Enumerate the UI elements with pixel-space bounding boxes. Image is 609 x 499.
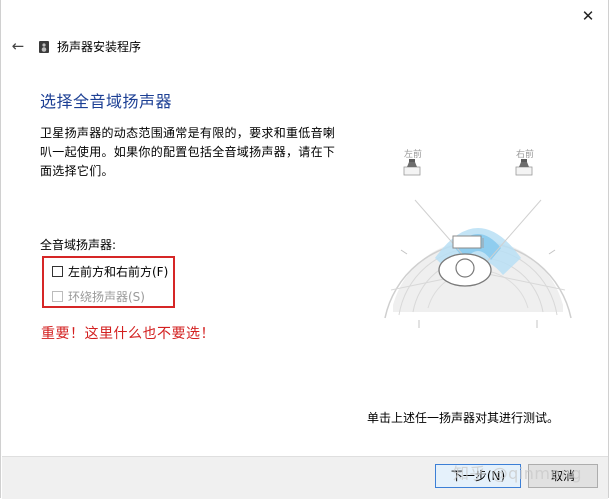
cancel-button[interactable]: 取消 (528, 464, 598, 488)
speaker-app-icon (39, 41, 49, 53)
warning-note: 重要！这里什么也不要选！ (41, 326, 215, 342)
back-button[interactable]: ← (9, 37, 27, 55)
checkbox-icon[interactable] (52, 265, 63, 277)
left-front-label: 左前 (404, 148, 422, 159)
full-range-speakers-label: 全音域扬声器: (40, 238, 117, 252)
back-arrow-icon: ← (11, 37, 25, 55)
next-button[interactable]: 下一步(N) (435, 464, 521, 488)
front-left-right-checkbox[interactable]: 左前方和右前方(F) (52, 263, 168, 279)
close-icon: ✕ (581, 7, 595, 25)
close-button[interactable]: ✕ (576, 6, 600, 26)
right-front-speaker-icon[interactable] (515, 159, 533, 176)
page-heading: 选择全音域扬声器 (40, 92, 173, 111)
speaker-setup-window: ✕ ← 扬声器安装程序 选择全音域扬声器 卫星扬声器的动态范围通常是有限的，要求… (0, 0, 609, 499)
checkbox-label: 左前方和右前方(F) (68, 264, 169, 279)
checkbox-icon (52, 290, 63, 302)
surround-speakers-checkbox: 环绕扬声器(S) (52, 288, 145, 304)
test-hint-text: 单击上述任一扬声器对其进行测试。 (367, 411, 560, 425)
app-title: 扬声器安装程序 (57, 40, 142, 54)
speaker-diagram: 左前 右前 (384, 148, 572, 328)
description-text: 卫星扬声器的动态范围通常是有限的，要求和重低音喇叭一起使用。如果你的配置包括全音… (40, 126, 336, 178)
right-front-label: 右前 (516, 148, 534, 159)
left-front-speaker-icon[interactable] (403, 159, 421, 176)
checkbox-label: 环绕扬声器(S) (68, 289, 145, 304)
